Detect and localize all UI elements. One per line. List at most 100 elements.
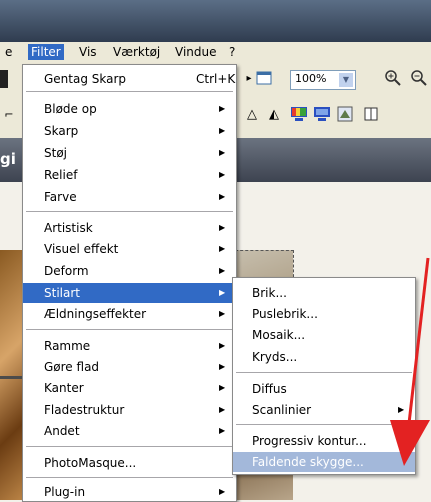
menu-item-deform[interactable]: Deform ▶ bbox=[23, 261, 236, 281]
menu-separator bbox=[236, 424, 412, 425]
menu-item-label: Visuel effekt bbox=[44, 242, 119, 256]
submenu-item-progressiv-kontur[interactable]: Progressiv kontur... bbox=[233, 431, 415, 451]
menu-item-visuel-effekt[interactable]: Visuel effekt ▶ bbox=[23, 239, 236, 259]
menu-item-stoj[interactable]: Støj ▶ bbox=[23, 143, 236, 163]
submenu-arrow-icon: ▶ bbox=[219, 341, 226, 350]
submenu-arrow-icon: ▶ bbox=[219, 362, 226, 371]
submenu-arrow-icon: ▶ bbox=[398, 405, 405, 414]
submenu-item-kryds[interactable]: Kryds... bbox=[233, 347, 415, 367]
menu-item-label: Gøre flad bbox=[44, 360, 100, 374]
submenu-arrow-icon: ▶ bbox=[219, 104, 226, 113]
submenu-item-label: Kryds... bbox=[252, 350, 298, 364]
submenu-arrow-icon: ▶ bbox=[219, 405, 226, 414]
menu-separator bbox=[26, 329, 233, 330]
menu-vis[interactable]: Vis bbox=[76, 44, 100, 60]
shortcut-label: Ctrl+K bbox=[196, 72, 236, 86]
submenu-item-puslebrik[interactable]: Puslebrik... bbox=[233, 304, 415, 324]
menu-item-label: Artistisk bbox=[44, 221, 93, 235]
menu-item-stilart[interactable]: Stilart ▶ bbox=[23, 283, 236, 303]
book-icon[interactable] bbox=[362, 106, 380, 124]
submenu-item-label: Faldende skygge... bbox=[252, 455, 364, 469]
toolbar-edge-icon[interactable] bbox=[0, 70, 8, 88]
menu-item-photomasque[interactable]: PhotoMasque... bbox=[23, 453, 236, 473]
submenu-arrow-icon: ▶ bbox=[219, 266, 226, 275]
submenu-arrow-icon: ▶ bbox=[219, 126, 226, 135]
submenu-arrow-icon: ▶ bbox=[219, 148, 226, 157]
menu-item-label: Ramme bbox=[44, 339, 91, 353]
menu-item-farve[interactable]: Farve ▶ bbox=[23, 187, 236, 207]
submenu-item-scanlinier[interactable]: Scanlinier ▶ bbox=[233, 400, 415, 420]
submenu-item-label: Puslebrik... bbox=[252, 307, 318, 321]
title-bar bbox=[0, 0, 431, 42]
zoom-value: 100% bbox=[295, 72, 327, 85]
menu-separator bbox=[26, 477, 233, 478]
window-icon[interactable] bbox=[255, 70, 273, 88]
menu-item-label: Kanter bbox=[44, 381, 84, 395]
menu-item-label: Relief bbox=[44, 168, 78, 182]
menu-item-label: Støj bbox=[44, 146, 67, 160]
submenu-item-brik[interactable]: Brik... bbox=[233, 283, 415, 303]
triangle-split-icon[interactable]: ◭ bbox=[265, 106, 283, 124]
menu-item-label: Gentag Skarp bbox=[44, 72, 127, 86]
menu-item-label: Fladestruktur bbox=[44, 403, 125, 417]
color-palette-icon[interactable] bbox=[290, 106, 308, 124]
monitor-icon[interactable] bbox=[313, 106, 331, 124]
menu-separator bbox=[236, 372, 412, 373]
submenu-arrow-icon: ▶ bbox=[219, 426, 226, 435]
submenu-item-faldende-skygge[interactable]: Faldende skygge... bbox=[233, 452, 415, 472]
chevron-down-icon[interactable]: ▼ bbox=[338, 72, 354, 88]
menu-item-ramme[interactable]: Ramme ▶ bbox=[23, 336, 236, 356]
menu-item-label: Plug-in bbox=[44, 485, 86, 499]
submenu-arrow-icon: ▶ bbox=[219, 383, 226, 392]
menu-item-gore-flad[interactable]: Gøre flad ▶ bbox=[23, 357, 236, 377]
document-title-fragment: gi bbox=[0, 150, 16, 168]
submenu-arrow-icon: ▶ bbox=[219, 309, 226, 318]
zoom-in-icon[interactable] bbox=[384, 69, 402, 87]
menu-vindue[interactable]: Vindue bbox=[172, 44, 220, 60]
submenu-arrow-icon: ▶ bbox=[219, 223, 226, 232]
menu-edit[interactable]: e bbox=[2, 44, 15, 60]
stilart-submenu: Brik... Puslebrik... Mosaik... Kryds... … bbox=[232, 277, 416, 475]
menu-item-aeldningseffekter[interactable]: Ældningseffekter ▶ bbox=[23, 304, 236, 324]
submenu-item-label: Brik... bbox=[252, 286, 287, 300]
submenu-item-mosaik[interactable]: Mosaik... bbox=[233, 325, 415, 345]
menu-item-label: Stilart bbox=[44, 286, 80, 300]
menu-separator bbox=[26, 91, 233, 92]
menu-item-label: Bløde op bbox=[44, 102, 97, 116]
menu-item-label: Deform bbox=[44, 264, 89, 278]
menu-item-artistisk[interactable]: Artistisk ▶ bbox=[23, 218, 236, 238]
tool-edge-icon[interactable]: ⌐ bbox=[0, 106, 18, 124]
menu-vaerktoj[interactable]: Værktøj bbox=[110, 44, 163, 60]
menu-item-label: Andet bbox=[44, 424, 80, 438]
submenu-item-label: Scanlinier bbox=[252, 403, 312, 417]
menu-help[interactable]: ? bbox=[226, 44, 238, 60]
submenu-item-label: Progressiv kontur... bbox=[252, 434, 367, 448]
image-grid-icon[interactable] bbox=[336, 106, 354, 124]
menu-filter[interactable]: Filter bbox=[28, 44, 64, 60]
menu-item-label: PhotoMasque... bbox=[44, 456, 137, 470]
filter-menu: Gentag Skarp Ctrl+K Bløde op ▶ Skarp ▶ Stø… bbox=[22, 64, 237, 502]
menu-item-label: Ældningseffekter bbox=[44, 307, 147, 321]
submenu-arrow-icon: ▶ bbox=[219, 288, 226, 297]
triangle-outline-icon[interactable]: △ bbox=[243, 106, 261, 124]
menu-item-andet[interactable]: Andet ▶ bbox=[23, 421, 236, 441]
menu-separator bbox=[26, 211, 233, 212]
zoom-out-icon[interactable] bbox=[410, 69, 428, 87]
submenu-item-label: Mosaik... bbox=[252, 328, 306, 342]
menu-item-blode-op[interactable]: Bløde op ▶ bbox=[23, 99, 236, 119]
menu-item-label: Farve bbox=[44, 190, 77, 204]
menu-item-skarp[interactable]: Skarp ▶ bbox=[23, 121, 236, 141]
menu-item-plug-in[interactable]: Plug-in ▶ bbox=[23, 482, 236, 502]
submenu-arrow-icon: ▶ bbox=[219, 170, 226, 179]
menu-item-kanter[interactable]: Kanter ▶ bbox=[23, 378, 236, 398]
menu-item-fladestruktur[interactable]: Fladestruktur ▶ bbox=[23, 400, 236, 420]
menu-item-gentag-skarp[interactable]: Gentag Skarp Ctrl+K bbox=[23, 69, 236, 89]
zoom-select[interactable]: 100% ▼ bbox=[290, 70, 356, 90]
menu-bar: e Filter Vis Værktøj Vindue ? bbox=[0, 42, 431, 62]
submenu-item-label: Diffus bbox=[252, 382, 287, 396]
submenu-arrow-icon: ▶ bbox=[219, 487, 226, 496]
menu-item-relief[interactable]: Relief ▶ bbox=[23, 165, 236, 185]
menu-separator bbox=[26, 446, 233, 447]
submenu-item-diffus[interactable]: Diffus bbox=[233, 379, 415, 399]
menu-item-label: Skarp bbox=[44, 124, 79, 138]
